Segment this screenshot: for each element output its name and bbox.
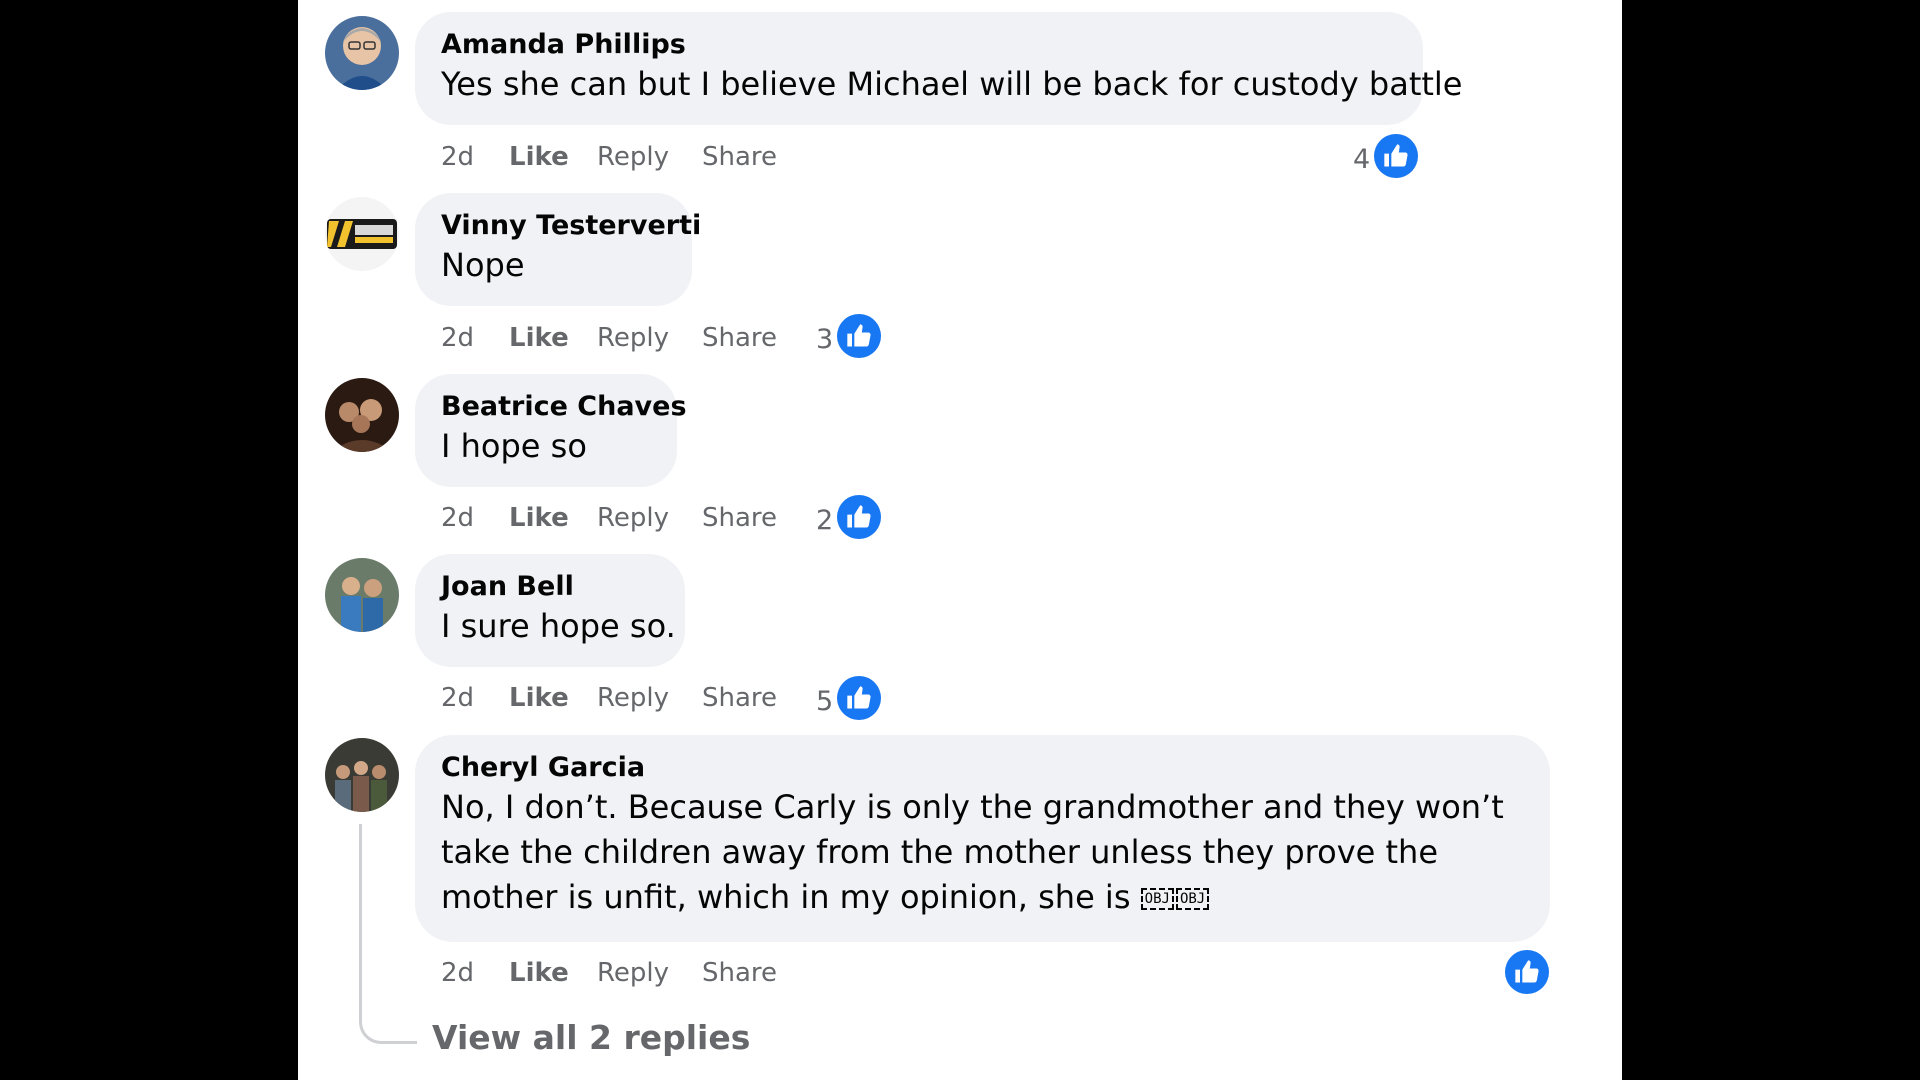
like-button[interactable]: Like (509, 683, 597, 713)
reaction-count: 2 (816, 504, 834, 536)
reaction-count: 4 (1353, 143, 1371, 175)
share-button[interactable]: Share (702, 142, 792, 172)
comment-actions: 2d Like Reply Share (441, 678, 792, 718)
comment-author[interactable]: Beatrice Chaves (441, 390, 687, 424)
avatar[interactable] (325, 197, 399, 271)
comment-text: Nope (441, 246, 525, 284)
reaction-summary[interactable] (1505, 950, 1549, 994)
like-button[interactable]: Like (509, 142, 597, 172)
comment-text-body: No, I don’t. Because Carly is only the g… (441, 788, 1504, 916)
thumbs-up-icon (837, 495, 882, 539)
avatar-image (325, 197, 399, 271)
comment-text: Yes she can but I believe Michael will b… (441, 65, 1463, 103)
reaction-count: 3 (816, 323, 834, 355)
reaction-summary[interactable]: 2 (816, 495, 882, 539)
share-button[interactable]: Share (702, 683, 792, 713)
thumbs-up-icon (837, 676, 882, 720)
comment-bubble: Vinny Testerverti Nope (415, 193, 701, 306)
comment-bubble: Beatrice Chaves I hope so (415, 374, 687, 487)
thumbs-up-icon (837, 314, 882, 358)
view-replies-link[interactable]: View all 2 replies (432, 1018, 750, 1057)
reply-thread-line (359, 824, 417, 1044)
avatar-image (325, 558, 399, 632)
comment-text: I sure hope so. (441, 607, 676, 645)
like-button[interactable]: Like (509, 958, 597, 988)
reply-button[interactable]: Reply (597, 958, 702, 988)
comment-timestamp[interactable]: 2d (441, 503, 509, 533)
reply-button[interactable]: Reply (597, 683, 702, 713)
comment-actions: 2d Like Reply Share (441, 498, 792, 538)
like-button[interactable]: Like (509, 323, 597, 353)
comment-text: No, I don’t. Because Carly is only the g… (441, 785, 1524, 920)
emoji-placeholder-icon: OBJ (1175, 888, 1210, 910)
reply-button[interactable]: Reply (597, 323, 702, 353)
thumbs-up-icon (1505, 950, 1549, 994)
comment-text: I hope so (441, 427, 587, 465)
comment-actions: 2d Like Reply Share (441, 137, 792, 177)
comment-actions: 2d Like Reply Share (441, 953, 792, 993)
share-button[interactable]: Share (702, 323, 792, 353)
emoji-placeholder-icon: OBJ (1140, 888, 1174, 910)
comment-bubble: Joan Bell I sure hope so. (415, 554, 685, 667)
comment-timestamp[interactable]: 2d (441, 142, 509, 172)
share-button[interactable]: Share (702, 503, 792, 533)
comment-timestamp[interactable]: 2d (441, 683, 509, 713)
avatar[interactable] (325, 558, 399, 632)
reaction-summary[interactable]: 4 (1353, 134, 1419, 178)
avatar-image (325, 738, 399, 812)
comment-author[interactable]: Cheryl Garcia (441, 751, 1524, 785)
comment-author[interactable]: Joan Bell (441, 570, 659, 604)
comment-actions: 2d Like Reply Share (441, 318, 792, 358)
avatar[interactable] (325, 16, 399, 90)
comment-timestamp[interactable]: 2d (441, 323, 509, 353)
reaction-summary[interactable]: 3 (816, 314, 882, 358)
thumbs-up-icon (1374, 134, 1419, 178)
avatar-image (325, 16, 399, 90)
comment-bubble: Amanda Phillips Yes she can but I believ… (415, 12, 1463, 125)
avatar-image (325, 378, 399, 452)
comment-timestamp[interactable]: 2d (441, 958, 509, 988)
comments-panel: Amanda Phillips Yes she can but I believ… (298, 0, 1622, 1080)
reply-button[interactable]: Reply (597, 142, 702, 172)
comment-author[interactable]: Vinny Testerverti (441, 209, 701, 243)
avatar[interactable] (325, 738, 399, 812)
reply-button[interactable]: Reply (597, 503, 702, 533)
avatar[interactable] (325, 378, 399, 452)
comment-author[interactable]: Amanda Phillips (441, 28, 1397, 62)
like-button[interactable]: Like (509, 503, 597, 533)
comment-bubble: Cheryl Garcia No, I don’t. Because Carly… (415, 735, 1550, 942)
reaction-count: 5 (816, 685, 834, 717)
share-button[interactable]: Share (702, 958, 792, 988)
reaction-summary[interactable]: 5 (816, 676, 882, 720)
